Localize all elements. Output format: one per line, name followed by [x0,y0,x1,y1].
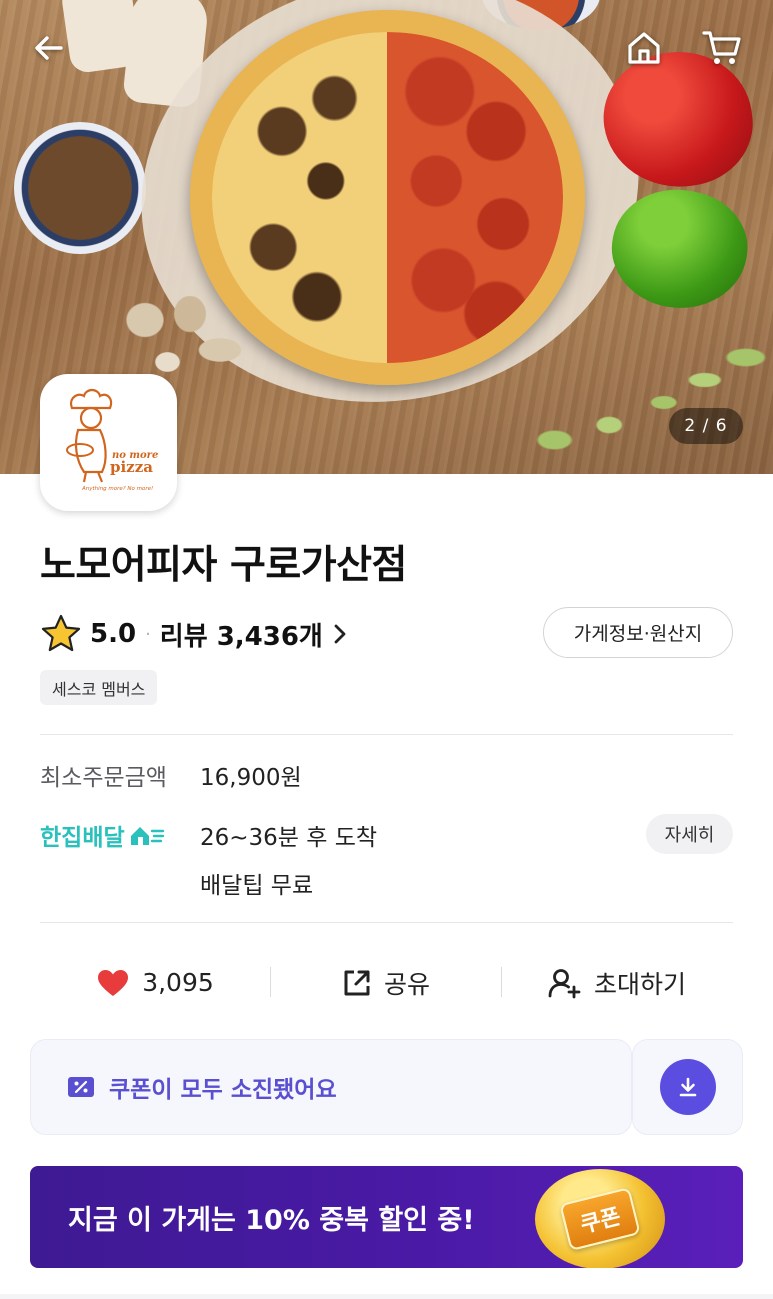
store-logo: no more pizza Anything more? No more! [40,374,177,511]
cart-icon [702,31,741,64]
single-delivery-brand: 한집배달 [40,818,165,852]
herb-sprig-image [500,320,773,470]
coupon-percent-icon [68,1077,94,1097]
logo-tagline: Anything more? No more! [81,486,153,492]
coupon-status-text: 쿠폰이 모두 소진됐어요 [109,1077,337,1103]
download-circle [659,1059,716,1115]
delivery-detail-button[interactable]: 자세히 [646,814,733,854]
divider [40,734,733,735]
delivery-brand-label: 한집배달 [40,825,125,851]
store-action-bar: 3,095 공유 초대하기 [0,955,773,1010]
fast-home-icon [130,827,164,845]
coupon-coin-graphic: 쿠폰 [535,1169,665,1268]
cesco-member-badge: 세스코 멤버스 [40,670,158,705]
share-button[interactable]: 공유 [271,955,501,1010]
delivery-time: 26~36분 후 도착 [200,825,378,851]
divider [40,922,733,923]
min-order-value: 16,900원 [200,765,302,791]
coupon-download-button[interactable] [632,1039,743,1135]
discount-promo-banner[interactable]: 지금 이 가게는 10% 중복 할인 중! 쿠폰 [30,1166,743,1268]
beef-bowl-image [14,122,146,254]
rating-value: 5.0 [90,619,137,649]
download-icon [679,1077,696,1097]
chevron-right-icon [334,624,346,644]
share-label: 공유 [383,969,430,999]
logo-text-main: pizza [110,458,153,476]
home-button[interactable] [622,26,666,70]
invite-button[interactable]: 초대하기 [502,955,732,1010]
like-button[interactable]: 3,095 [40,955,270,1010]
coupon-banner[interactable]: 쿠폰이 모두 소진됐어요 [30,1039,632,1135]
store-name: 노모어피자 구로가산점 [40,543,407,588]
separator-dot: · [145,623,151,645]
promo-text: 지금 이 가게는 10% 중복 할인 중! [68,1204,475,1236]
invite-label: 초대하기 [593,969,686,999]
section-separator [0,1294,773,1299]
cart-button[interactable] [700,26,744,70]
chef-mascot-logo: no more pizza Anything more? No more! [66,388,158,492]
review-count-link[interactable]: 리뷰 3,436개 [160,616,323,653]
like-count: 3,095 [142,968,214,997]
share-icon [344,970,370,995]
carousel-page-counter: 2 / 6 [669,408,743,444]
coupon-ticket-label: 쿠폰 [559,1186,641,1252]
add-user-icon [548,968,581,998]
star-icon [41,614,81,652]
back-button[interactable] [27,26,71,70]
rating-row[interactable]: 5.0 · 리뷰 3,436개 [40,612,347,656]
min-order-label: 최소주문금액 [40,765,167,791]
arrow-left-icon [35,36,63,60]
heart-icon [98,969,129,996]
delivery-tip: 배달팁 무료 [200,873,314,899]
store-info-origin-button[interactable]: 가게정보·원산지 [543,607,733,658]
home-icon [628,32,660,64]
